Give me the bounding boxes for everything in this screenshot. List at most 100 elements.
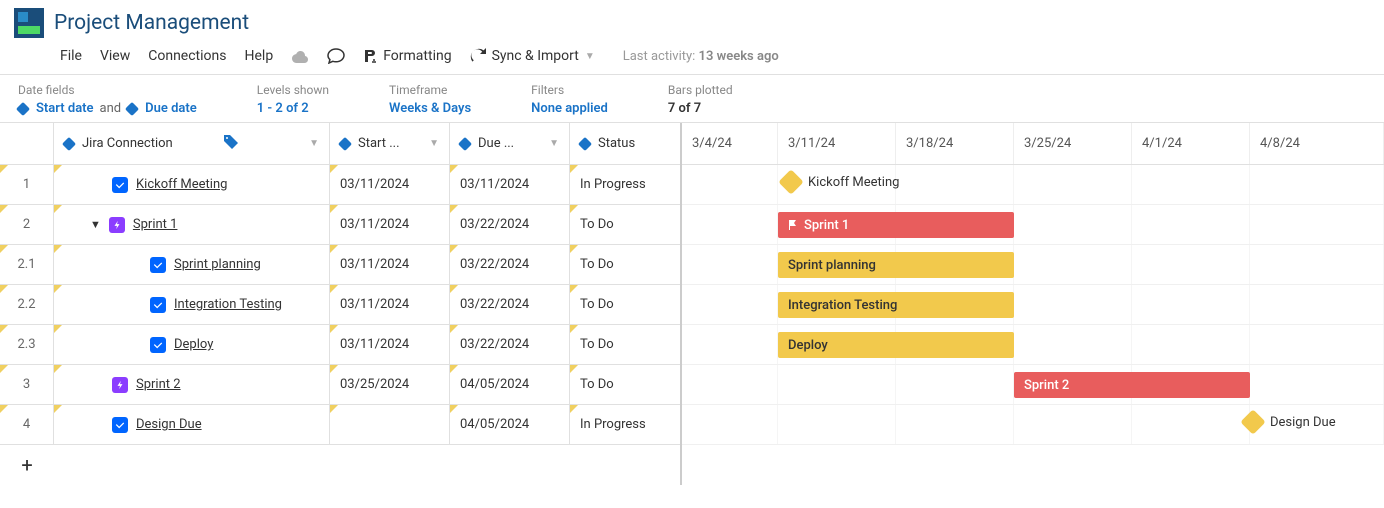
col-due-header[interactable]: Due ... ▼ — [450, 123, 570, 164]
menu-file[interactable]: File — [60, 48, 82, 64]
expand-toggle[interactable]: ▼ — [90, 218, 101, 231]
timeline-week-header[interactable]: 3/18/24 — [896, 123, 1014, 164]
milestone[interactable]: Kickoff Meeting — [782, 173, 899, 191]
task-cell[interactable]: Design Due — [54, 405, 330, 444]
and-text: and — [100, 101, 122, 116]
task-name[interactable]: Sprint 2 — [136, 377, 181, 392]
due-date-cell[interactable]: 03/22/2024 — [450, 205, 570, 244]
tag-icon[interactable] — [223, 134, 239, 154]
milestone-label: Design Due — [1270, 415, 1336, 430]
start-date-cell[interactable]: 03/25/2024 — [330, 365, 450, 404]
due-date-cell[interactable]: 03/22/2024 — [450, 325, 570, 364]
table-row[interactable]: 4Design Due04/05/2024In Progress — [0, 405, 680, 445]
status-cell[interactable]: To Do — [570, 285, 680, 324]
control-bars: Bars plotted 7 of 7 — [668, 83, 733, 116]
menu-help[interactable]: Help — [245, 48, 274, 64]
comment-icon[interactable] — [327, 48, 345, 64]
gantt-bar-label: Integration Testing — [788, 298, 897, 313]
gantt-bar[interactable]: Integration Testing — [778, 292, 1014, 318]
task-cell[interactable]: Integration Testing — [54, 285, 330, 324]
col-jira-header[interactable]: Jira Connection ▼ — [54, 123, 330, 164]
task-name[interactable]: Kickoff Meeting — [136, 177, 227, 192]
chevron-down-icon[interactable]: ▼ — [549, 138, 559, 149]
chevron-down-icon[interactable]: ▼ — [309, 138, 319, 149]
table-row[interactable]: 3Sprint 203/25/202404/05/2024To Do — [0, 365, 680, 405]
status-cell[interactable]: To Do — [570, 205, 680, 244]
task-name[interactable]: Sprint 1 — [133, 217, 178, 232]
status-cell[interactable]: In Progress — [570, 165, 680, 204]
task-name[interactable]: Integration Testing — [174, 297, 282, 312]
due-date-cell[interactable]: 03/22/2024 — [450, 245, 570, 284]
task-name[interactable]: Deploy — [174, 337, 213, 352]
task-cell[interactable]: ▼ Sprint 1 — [54, 205, 330, 244]
table-row[interactable]: 2.1Sprint planning03/11/202403/22/2024To… — [0, 245, 680, 285]
formatting-icon — [363, 48, 377, 64]
chevron-down-icon: ▼ — [585, 51, 595, 62]
status-cell[interactable]: In Progress — [570, 405, 680, 444]
chevron-down-icon[interactable]: ▼ — [429, 138, 439, 149]
table-row[interactable]: 2▼Sprint 103/11/202403/22/2024To Do — [0, 205, 680, 245]
control-label: Levels shown — [257, 83, 329, 97]
due-date-cell[interactable]: 03/11/2024 — [450, 165, 570, 204]
timeline-week-header[interactable]: 3/4/24 — [682, 123, 778, 164]
timeline-cell — [1132, 245, 1250, 284]
task-name[interactable]: Sprint planning — [174, 257, 261, 272]
timeline-row: Sprint 1 — [682, 205, 1384, 245]
grid-panel: Jira Connection ▼ Start ... ▼ Due ... ▼ … — [0, 123, 682, 485]
task-cell[interactable]: Sprint 2 — [54, 365, 330, 404]
timeline-week-header[interactable]: 4/1/24 — [1132, 123, 1250, 164]
timeline-week-header[interactable]: 4/8/24 — [1250, 123, 1384, 164]
menu-connections[interactable]: Connections — [148, 48, 226, 64]
table-row[interactable]: 1Kickoff Meeting03/11/202403/11/2024In P… — [0, 165, 680, 205]
gantt-bar[interactable]: Sprint 1 — [778, 212, 1014, 238]
formatting-button[interactable]: Formatting — [363, 48, 451, 64]
table-row[interactable]: 2.3Deploy03/11/202403/22/2024To Do — [0, 325, 680, 365]
control-timeframe[interactable]: Timeframe Weeks & Days — [389, 83, 471, 116]
timeline-cell — [1132, 405, 1250, 444]
task-cell[interactable]: Sprint planning — [54, 245, 330, 284]
task-cell[interactable]: Kickoff Meeting — [54, 165, 330, 204]
due-date-cell[interactable]: 04/05/2024 — [450, 365, 570, 404]
sync-button[interactable]: Sync & Import ▼ — [470, 48, 595, 64]
task-name[interactable]: Design Due — [136, 417, 202, 432]
col-status-header[interactable]: Status — [570, 123, 680, 164]
menu-view[interactable]: View — [100, 48, 130, 64]
col-status-label: Status — [598, 136, 635, 151]
main-content: Jira Connection ▼ Start ... ▼ Due ... ▼ … — [0, 123, 1384, 485]
diamond-icon — [62, 136, 76, 150]
add-row-button[interactable]: + — [0, 445, 54, 485]
app-header: Project Management — [0, 0, 1384, 42]
timeline-week-header[interactable]: 3/25/24 — [1014, 123, 1132, 164]
timeline-cell — [682, 325, 778, 364]
task-cell[interactable]: Deploy — [54, 325, 330, 364]
timeline-row: Kickoff Meeting — [682, 165, 1384, 205]
control-levels[interactable]: Levels shown 1 - 2 of 2 — [257, 83, 329, 116]
milestone[interactable]: Design Due — [1244, 413, 1336, 431]
table-row[interactable]: 2.2Integration Testing03/11/202403/22/20… — [0, 285, 680, 325]
due-date-cell[interactable]: 03/22/2024 — [450, 285, 570, 324]
cloud-icon[interactable] — [291, 49, 309, 63]
control-date-fields[interactable]: Date fields Start date and Due date — [18, 83, 197, 116]
timeline-cell — [682, 365, 778, 404]
timeline-week-header[interactable]: 3/11/24 — [778, 123, 896, 164]
status-cell[interactable]: To Do — [570, 245, 680, 284]
timeline-cell — [682, 285, 778, 324]
start-date-cell[interactable]: 03/11/2024 — [330, 165, 450, 204]
control-filters[interactable]: Filters None applied — [531, 83, 608, 116]
start-date-field: Start date — [36, 101, 94, 116]
task-type-icon — [112, 417, 128, 433]
task-type-icon — [109, 217, 125, 233]
status-cell[interactable]: To Do — [570, 365, 680, 404]
gantt-bar[interactable]: Sprint 2 — [1014, 372, 1250, 398]
gantt-bar[interactable]: Sprint planning — [778, 252, 1014, 278]
start-date-cell[interactable]: 03/11/2024 — [330, 285, 450, 324]
start-date-cell[interactable]: 03/11/2024 — [330, 245, 450, 284]
gantt-bar[interactable]: Deploy — [778, 332, 1014, 358]
status-cell[interactable]: To Do — [570, 325, 680, 364]
milestone-diamond-icon — [778, 169, 803, 194]
due-date-cell[interactable]: 04/05/2024 — [450, 405, 570, 444]
start-date-cell[interactable]: 03/11/2024 — [330, 325, 450, 364]
start-date-cell[interactable] — [330, 405, 450, 444]
start-date-cell[interactable]: 03/11/2024 — [330, 205, 450, 244]
col-start-header[interactable]: Start ... ▼ — [330, 123, 450, 164]
